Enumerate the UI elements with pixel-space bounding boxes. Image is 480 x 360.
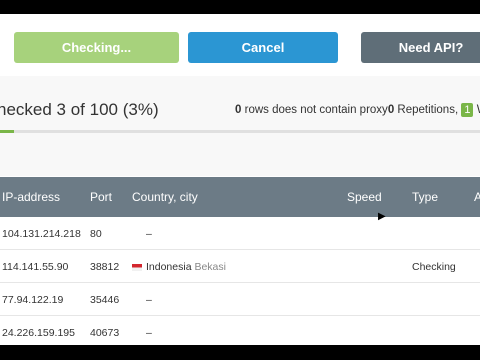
repetitions-count: 0 <box>387 104 395 116</box>
header-speed[interactable]: Speed <box>347 190 382 204</box>
repetitions-text: Repetitions, <box>397 104 459 116</box>
row-country: – <box>146 294 152 306</box>
row-city: Bekasi <box>194 261 226 273</box>
header-port[interactable]: Port <box>90 190 112 204</box>
header-country[interactable]: Country, city <box>132 190 198 204</box>
row-country: – <box>146 327 152 339</box>
row-port: 35446 <box>90 294 120 306</box>
proxy-checker-screen: Checking... Cancel Need API? hecked 3 of… <box>0 14 480 345</box>
stats-line: 0 rows does not contain proxy0 Repetitio… <box>235 103 480 117</box>
row-port: 38812 <box>90 261 120 273</box>
row-ip: 114.141.55.90 <box>2 261 69 273</box>
working-count-badge: 1 <box>461 103 474 117</box>
row-port: 40673 <box>90 327 120 339</box>
row-ip: 77.94.122.19 <box>2 294 64 306</box>
row-ip: 104.131.214.218 <box>2 228 81 240</box>
row-location: Indonesia Bekasi <box>132 261 226 273</box>
row-ip: 24.226.159.195 <box>2 327 75 339</box>
toolbar: Checking... Cancel Need API? <box>0 14 480 76</box>
progress-bar <box>0 130 480 133</box>
progress-bar-fill <box>0 130 15 133</box>
row-country: Indonesia <box>146 261 192 273</box>
row-country: – <box>146 228 152 240</box>
table-header: IP-address Port Country, city Speed Type… <box>0 177 480 222</box>
header-type[interactable]: Type <box>412 190 438 204</box>
header-extra[interactable]: A <box>474 190 480 204</box>
indonesia-flag-icon <box>132 263 142 271</box>
table-row[interactable]: 114.141.55.90 38812 Indonesia Bekasi Che… <box>0 250 480 283</box>
table-row[interactable]: 104.131.214.218 80 – <box>0 217 480 250</box>
header-ip[interactable]: IP-address <box>2 190 60 204</box>
progress-panel <box>0 76 480 176</box>
row-port: 80 <box>90 228 102 240</box>
checked-progress-text: hecked 3 of 100 (3%) <box>0 100 159 119</box>
rows-text: rows does not contain proxy <box>244 104 388 116</box>
cancel-button[interactable]: Cancel <box>188 32 338 63</box>
table-row[interactable]: 77.94.122.19 35446 – <box>0 283 480 316</box>
checking-button[interactable]: Checking... <box>14 32 179 63</box>
table-row[interactable]: 24.226.159.195 40673 – <box>0 316 480 345</box>
need-api-button[interactable]: Need API? <box>361 32 480 63</box>
row-type: Checking <box>412 261 456 273</box>
rows-count: 0 <box>235 104 242 116</box>
